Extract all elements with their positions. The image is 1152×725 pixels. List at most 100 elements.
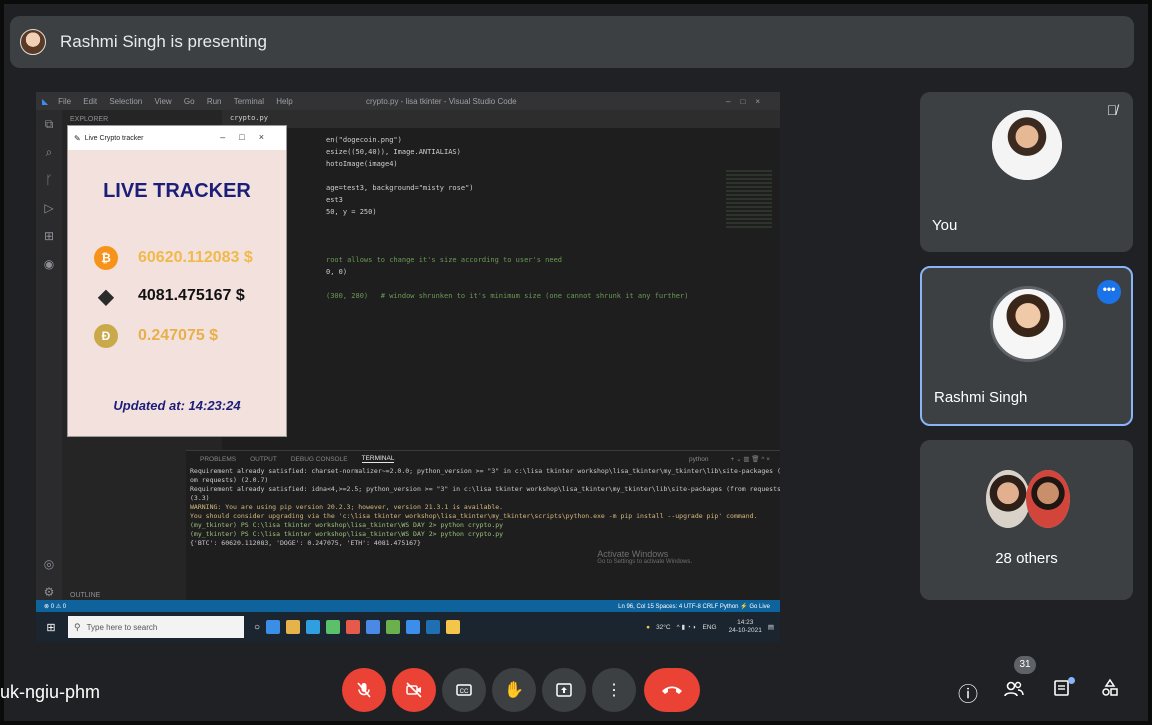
notifications-icon[interactable]: ▤ (768, 623, 774, 631)
remote-icon[interactable]: ◉ (36, 250, 62, 278)
ethereum-icon: ◆ (98, 285, 114, 308)
captions-button[interactable]: CC (442, 668, 486, 712)
panel-controls[interactable]: + ⌄ ▥ 🗑 ^ × (730, 455, 770, 463)
vscode-title-bar: ◣ File Edit Selection View Go Run Termin… (36, 92, 780, 110)
menu-item[interactable]: Terminal (234, 97, 264, 106)
code-line[interactable]: hotoImage(image4) (326, 160, 398, 168)
app-icon[interactable] (326, 620, 341, 634)
windows-start-icon[interactable]: ⊞ (40, 621, 62, 634)
store-app-icon[interactable] (306, 620, 321, 634)
file-explorer-app-icon[interactable] (286, 620, 301, 634)
code-line[interactable]: esize((50,40)), Image.ANTIALIAS) (326, 148, 461, 156)
terminal-shell[interactable]: python (689, 456, 709, 463)
system-tray: ● 32°C ^ ▮ ◔ ◗ ENG 14:23 24-10-2021 ▤ (640, 619, 774, 635)
terminal-line: {'BTC': 60620.112083, 'DOGE': 0.247075, … (190, 539, 421, 547)
task-view-icon[interactable]: ○ (254, 622, 260, 633)
doge-value: 0.247075 $ (138, 327, 219, 344)
tray-icons[interactable]: ^ ▮ ◔ ◗ (677, 623, 697, 631)
tab-terminal[interactable]: TERMINAL (361, 455, 395, 463)
camera-toggle-button[interactable] (392, 668, 436, 712)
code-line[interactable]: 50, y = 250) (326, 208, 377, 216)
people-icon[interactable] (1000, 678, 1028, 706)
coin-row-doge: Ð 0.247075 $ (94, 324, 218, 348)
info-icon[interactable]: ⓘ (954, 678, 982, 706)
tab-output[interactable]: OUTPUT (250, 456, 277, 463)
app-icon[interactable] (366, 620, 381, 634)
vscode-app-icon[interactable] (406, 620, 421, 634)
menu-item[interactable]: Run (207, 97, 222, 106)
coin-row-eth: ◆ 4081.475167 $ (94, 284, 244, 308)
app-icon[interactable] (386, 620, 401, 634)
code-line[interactable]: est3 (326, 196, 343, 204)
taskbar-search-placeholder: Type here to search (86, 622, 158, 632)
tracker-heading: LIVE TRACKER (103, 180, 251, 202)
problems-status[interactable]: ⊗ 0 ⚠ 0 (44, 603, 66, 610)
meeting-code[interactable]: uk-ngiu-phm (0, 682, 100, 703)
tracker-window-title: Live Crypto tracker (84, 134, 144, 142)
search-icon: ⚲ (74, 621, 81, 632)
terminal-line: Requirement already satisfied: idna<4,>=… (190, 485, 780, 493)
tracker-window-controls[interactable]: –□× (220, 132, 278, 142)
app-icon[interactable] (446, 620, 461, 634)
language-indicator[interactable]: ENG (703, 624, 717, 631)
app-icon[interactable] (346, 620, 361, 634)
updated-at: Updated at: 14:23:24 (113, 398, 241, 413)
weather-text[interactable]: 32°C (656, 624, 671, 631)
participant-tile-you[interactable]: 🎙̸ You (920, 92, 1133, 252)
source-control-icon[interactable]: ᚴ (36, 166, 62, 194)
avatar (986, 470, 1030, 528)
present-icon (556, 683, 572, 697)
window-controls[interactable]: –□× (726, 97, 770, 106)
participant-name: Rashmi Singh (934, 389, 1028, 406)
present-button[interactable] (542, 668, 586, 712)
terminal-line: (my_tkinter) PS C:\lisa tkinter workshop… (190, 521, 504, 529)
clock[interactable]: 14:23 24-10-2021 (723, 619, 762, 635)
vscode-menu: File Edit Selection View Go Run Terminal… (48, 97, 293, 106)
activities-icon[interactable] (1096, 678, 1124, 706)
avatar (992, 110, 1062, 180)
status-right[interactable]: Ln 96, Col 15 Spaces: 4 UTF-8 CRLF Pytho… (618, 603, 770, 610)
minimap[interactable] (726, 170, 772, 230)
tab-problems[interactable]: PROBLEMS (200, 456, 236, 463)
taskbar-search[interactable]: ⚲ Type here to search (68, 616, 244, 638)
debug-icon[interactable]: ▷ (36, 194, 62, 222)
editor-tab[interactable]: crypto.py (230, 114, 268, 122)
terminal-output[interactable]: Requirement already satisfied: charset-n… (186, 467, 780, 548)
code-line[interactable]: 0, 0) (326, 268, 347, 276)
menu-item[interactable]: File (58, 97, 71, 106)
account-icon[interactable]: ◎ (36, 550, 62, 578)
tab-debug-console[interactable]: DEBUG CONSOLE (291, 456, 348, 463)
menu-item[interactable]: Edit (83, 97, 97, 106)
raise-hand-button[interactable]: ✋ (492, 668, 536, 712)
phone-hangup-icon (662, 686, 682, 694)
terminal-line: Requirement already satisfied: charset-n… (190, 467, 780, 475)
code-line[interactable]: root allows to change it's size accordin… (326, 256, 562, 264)
activate-windows-watermark: Activate Windows Go to Settings to activ… (597, 549, 692, 565)
tracker-title-bar: ✎ Live Crypto tracker –□× (68, 126, 286, 150)
terminal-line: You should consider upgrading via the 'c… (190, 512, 758, 520)
more-options-button[interactable]: ••• (1097, 280, 1121, 304)
menu-item[interactable]: View (154, 97, 171, 106)
menu-item[interactable]: Selection (109, 97, 142, 106)
participant-tile-others[interactable]: 28 others (920, 440, 1133, 600)
participant-tile-rashmi[interactable]: ••• Rashmi Singh (920, 266, 1133, 426)
leave-call-button[interactable] (644, 668, 700, 712)
extensions-icon[interactable]: ⊞ (36, 222, 62, 250)
code-line[interactable]: (300, 280) # window shrunken to it's min… (326, 292, 688, 300)
files-icon[interactable]: ⧉ (36, 110, 62, 138)
crypto-tracker-window: ✎ Live Crypto tracker –□× LIVE TRACKER ₿… (68, 126, 286, 436)
edge-app-icon[interactable] (266, 620, 281, 634)
more-options-button[interactable]: ⋮ (592, 668, 636, 712)
menu-item[interactable]: Go (184, 97, 195, 106)
code-editor[interactable]: crypto.py en("dogecoin.png") esize((50,40… (222, 110, 780, 450)
menu-item[interactable]: Help (276, 97, 292, 106)
avatar (990, 286, 1066, 362)
mic-toggle-button[interactable] (342, 668, 386, 712)
search-icon[interactable]: ⌕ (36, 138, 62, 166)
btc-value: 60620.112083 $ (138, 249, 253, 266)
code-line[interactable]: en("dogecoin.png") (326, 136, 402, 144)
terminal-line: (3.3) (190, 494, 210, 502)
activity-bar: ⧉ ⌕ ᚴ ▷ ⊞ ◉ ◎ ⚙ (36, 110, 62, 610)
code-line[interactable]: age=test3, background="misty rose") (326, 184, 474, 192)
app-icon[interactable] (426, 620, 441, 634)
